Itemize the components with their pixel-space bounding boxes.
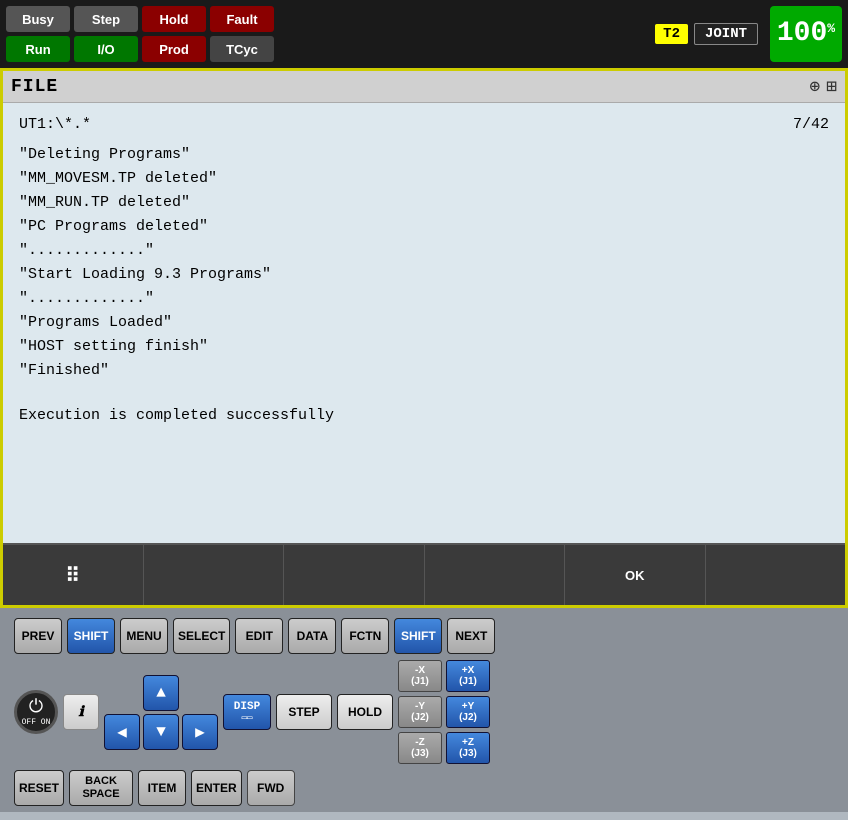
content-area: UT1:\*.* 7/42 "Deleting Programs""MM_MOV… (3, 103, 845, 543)
content-line: "Finished" (19, 359, 829, 383)
backspace-button[interactable]: BACKSPACE (69, 770, 133, 806)
item-button[interactable]: ITEM (138, 770, 186, 806)
file-header: FILE ⊕ ⊞ (3, 71, 845, 103)
pos-z-button[interactable]: +Z(J3) (446, 732, 490, 764)
status-group-1: Busy Run (6, 6, 70, 62)
pos-x-button[interactable]: +X(J1) (446, 660, 490, 692)
menu-button[interactable]: MENU (120, 618, 168, 654)
indicator-group: T2 JOINT (655, 23, 758, 45)
func-grid-button[interactable]: ⠿ (3, 545, 144, 605)
enter-button[interactable]: ENTER (191, 770, 242, 806)
content-line: "Programs Loaded" (19, 311, 829, 335)
neg-z-button[interactable]: -Z(J3) (398, 732, 442, 764)
keyboard-panel: PREV SHIFT MENU SELECT EDIT DATA FCTN SH… (0, 608, 848, 812)
content-line: "MM_RUN.TP deleted" (19, 191, 829, 215)
io-button[interactable]: I/O (74, 36, 138, 62)
screen-area: FILE ⊕ ⊞ UT1:\*.* 7/42 "Deleting Program… (0, 68, 848, 608)
hold-kbd-button[interactable]: HOLD (337, 694, 393, 730)
func-ok-button[interactable]: OK (565, 545, 706, 605)
data-button[interactable]: DATA (288, 618, 336, 654)
arrow-group: ▲ ◀ ▶ ▼ (104, 675, 218, 750)
tcyc-button[interactable]: TCyc (210, 36, 274, 62)
content-line: "............." (19, 239, 829, 263)
func-f2-button[interactable] (144, 545, 285, 605)
status-group-3: Hold Prod (142, 6, 206, 62)
shift1-button[interactable]: SHIFT (67, 618, 115, 654)
joint-badge: JOINT (694, 23, 758, 45)
content-line: "Start Loading 9.3 Programs" (19, 263, 829, 287)
header-icons: ⊕ ⊞ (809, 76, 837, 98)
content-header-row: UT1:\*.* 7/42 (19, 113, 829, 137)
file-position: 7/42 (793, 113, 829, 137)
axis-row-z: -Z(J3) +Z(J3) (398, 732, 490, 764)
func-bar: ⠿ OK (3, 543, 845, 605)
fwd-button[interactable]: FWD (247, 770, 295, 806)
func-f6-button[interactable] (706, 545, 846, 605)
percent-box: 100 % (770, 6, 842, 62)
kbd-row-1: PREV SHIFT MENU SELECT EDIT DATA FCTN SH… (14, 618, 834, 654)
content-line: "PC Programs deleted" (19, 215, 829, 239)
power-button[interactable]: ⏻ OFF ON (14, 690, 58, 734)
edit-button[interactable]: EDIT (235, 618, 283, 654)
reset-button[interactable]: RESET (14, 770, 64, 806)
status-bar: Busy Run Step I/O Hold Prod Fault TCyc T… (0, 0, 848, 68)
shift2-button[interactable]: SHIFT (394, 618, 442, 654)
percent-sign: % (827, 22, 835, 35)
t2-badge: T2 (655, 24, 688, 44)
percent-value: 100 (777, 20, 827, 48)
content-line (19, 383, 829, 404)
func-f3-button[interactable] (284, 545, 425, 605)
axis-row-x: -X(J1) +X(J1) (398, 660, 490, 692)
step-button[interactable]: Step (74, 6, 138, 32)
status-group-2: Step I/O (74, 6, 138, 62)
content-line: Execution is completed successfully (19, 404, 829, 428)
hold-button[interactable]: Hold (142, 6, 206, 32)
content-line: "MM_MOVESM.TP deleted" (19, 167, 829, 191)
axis-group: -X(J1) +X(J1) -Y(J2) +Y(J2) -Z(J3) +Z(J3… (398, 660, 490, 764)
fault-button[interactable]: Fault (210, 6, 274, 32)
info-button[interactable]: ℹ (63, 694, 99, 730)
prod-button[interactable]: Prod (142, 36, 206, 62)
axis-row-y: -Y(J2) +Y(J2) (398, 696, 490, 728)
fctn-button[interactable]: FCTN (341, 618, 389, 654)
zoom-icon[interactable]: ⊕ (809, 76, 820, 98)
file-path: UT1:\*.* (19, 113, 91, 137)
file-title: FILE (11, 77, 58, 97)
neg-y-button[interactable]: -Y(J2) (398, 696, 442, 728)
arrow-left-button[interactable]: ◀ (104, 714, 140, 750)
run-button[interactable]: Run (6, 36, 70, 62)
pos-y-button[interactable]: +Y(J2) (446, 696, 490, 728)
disp-button[interactable]: DISP ▭▭ (223, 694, 271, 730)
busy-button[interactable]: Busy (6, 6, 70, 32)
next-button[interactable]: NEXT (447, 618, 495, 654)
arrow-up-button[interactable]: ▲ (143, 675, 179, 711)
arrow-right-button[interactable]: ▶ (182, 714, 218, 750)
grid-icon[interactable]: ⊞ (826, 76, 837, 98)
func-f4-button[interactable] (425, 545, 566, 605)
content-line: "Deleting Programs" (19, 143, 829, 167)
step-kbd-button[interactable]: STEP (276, 694, 332, 730)
kbd-row-2: ⏻ OFF ON ℹ ▲ ◀ ▶ ▼ DISP ▭▭ STEP HOLD -X(… (14, 660, 834, 764)
content-lines: "Deleting Programs""MM_MOVESM.TP deleted… (19, 143, 829, 428)
status-group-4: Fault TCyc (210, 6, 274, 62)
arrow-down-button[interactable]: ▼ (143, 714, 179, 750)
kbd-row-3: RESET BACKSPACE ITEM ENTER FWD (14, 770, 834, 806)
content-line: "HOST setting finish" (19, 335, 829, 359)
prev-button[interactable]: PREV (14, 618, 62, 654)
content-line: "............." (19, 287, 829, 311)
neg-x-button[interactable]: -X(J1) (398, 660, 442, 692)
info-icon: ℹ (78, 704, 83, 721)
select-button[interactable]: SELECT (173, 618, 230, 654)
